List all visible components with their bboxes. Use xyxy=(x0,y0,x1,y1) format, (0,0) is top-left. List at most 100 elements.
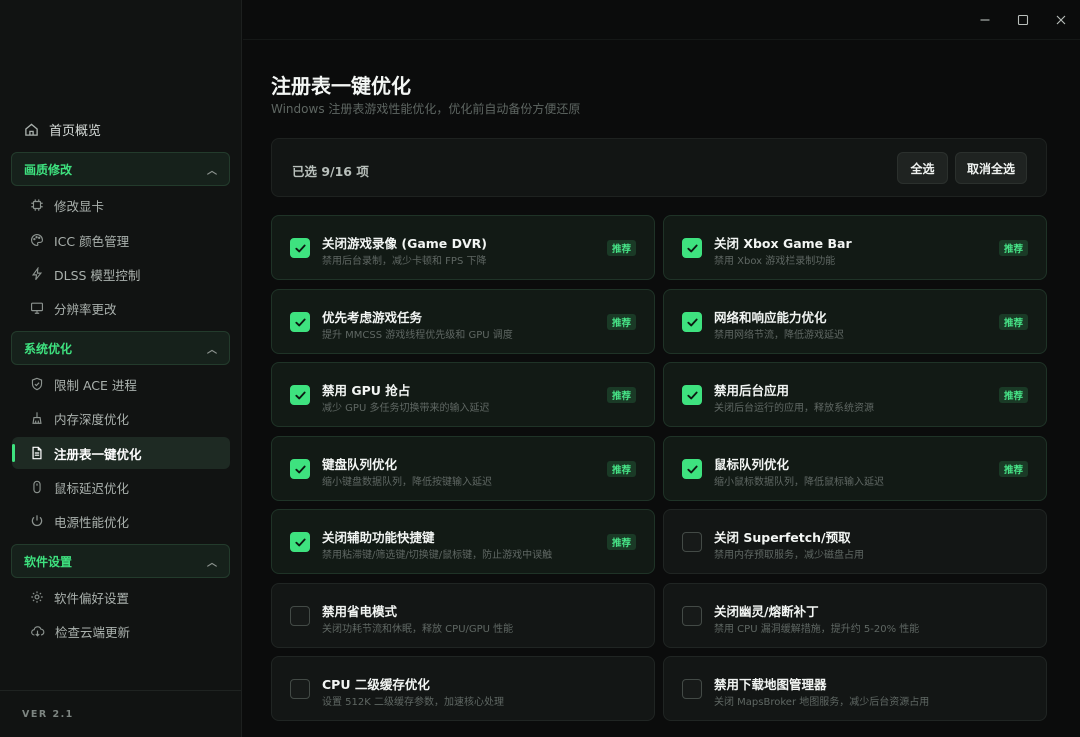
selection-bar: 已选 9/16 项 全选 取消全选 xyxy=(271,138,1047,197)
recommended-badge: 推荐 xyxy=(606,461,636,477)
sidebar-item-preferences[interactable]: 软件偏好设置 xyxy=(12,581,230,613)
minimize-button[interactable] xyxy=(966,6,1004,34)
option-description: 设置 512K 二级缓存参数，加速核心处理 xyxy=(322,697,505,708)
checkbox[interactable] xyxy=(290,459,310,479)
home-icon xyxy=(25,122,38,136)
close-button[interactable] xyxy=(1042,6,1080,34)
option-card[interactable]: 网络和响应能力优化 禁用网络节流，降低游戏延迟 推荐 xyxy=(663,289,1047,354)
maximize-button[interactable] xyxy=(1004,6,1042,34)
option-card[interactable]: 关闭 Superfetch/预取禁用内存预取服务，减少磁盘占用 xyxy=(663,509,1047,574)
checkbox[interactable] xyxy=(290,679,310,699)
nav-home[interactable]: 首页概览 xyxy=(12,115,230,143)
sidebar-item-label: ICC 颜色管理 xyxy=(54,233,130,249)
power-icon xyxy=(31,515,43,527)
option-card[interactable]: 优先考虑游戏任务 提升 MMCSS 游戏线程优先级和 GPU 调度 推荐 xyxy=(271,289,655,354)
option-title: 关闭 Superfetch/预取 xyxy=(714,530,851,545)
lightning-icon xyxy=(31,267,43,281)
checkmark-icon xyxy=(294,318,306,326)
group-label: 软件设置 xyxy=(24,554,73,569)
option-card[interactable]: 禁用下载地图管理器 关闭 MapsBroker 地图服务，减少后台资源占用 xyxy=(663,656,1047,721)
sidebar-item-gpu[interactable]: 修改显卡 xyxy=(12,189,230,221)
checkmark-icon xyxy=(686,465,698,473)
group-label: 画质修改 xyxy=(24,162,73,177)
option-card[interactable]: 鼠标队列优化 缩小鼠标数据队列，降低鼠标输入延迟 推荐 xyxy=(663,436,1047,501)
sidebar-item-memory[interactable]: 内存深度优化 xyxy=(12,402,230,434)
chevron-up-icon: ︿ xyxy=(207,344,217,356)
sidebar-item-label: 注册表一键优化 xyxy=(54,446,142,462)
group-header-settings[interactable]: 软件设置 ︿ xyxy=(11,544,230,578)
checkbox[interactable] xyxy=(682,385,702,405)
gear-icon xyxy=(31,591,43,603)
recommended-badge: 推荐 xyxy=(998,240,1028,256)
option-title: CPU 二级缓存优化 xyxy=(322,677,430,692)
sidebar-item-ace[interactable]: 限制 ACE 进程 xyxy=(12,368,230,400)
checkbox[interactable] xyxy=(682,238,702,258)
checkbox[interactable] xyxy=(290,312,310,332)
checkbox[interactable] xyxy=(290,238,310,258)
option-card[interactable]: CPU 二级缓存优化设置 512K 二级缓存参数，加速核心处理 xyxy=(271,656,655,721)
nav-home-label: 首页概览 xyxy=(49,123,102,139)
select-all-button[interactable]: 全选 xyxy=(897,152,948,184)
sidebar-item-power[interactable]: 电源性能优化 xyxy=(12,505,230,537)
option-description: 缩小鼠标数据队列，降低鼠标输入延迟 xyxy=(714,477,884,488)
option-card[interactable]: 禁用省电模式 关闭功耗节流和休眠，释放 CPU/GPU 性能 xyxy=(271,583,655,648)
option-description: 关闭功耗节流和休眠，释放 CPU/GPU 性能 xyxy=(322,624,514,635)
cloud-download-icon xyxy=(31,626,45,637)
option-description: 提升 MMCSS 游戏线程优先级和 GPU 调度 xyxy=(322,330,513,341)
sidebar-item-icc[interactable]: ICC 颜色管理 xyxy=(12,224,230,256)
sidebar-item-resolution[interactable]: 分辨率更改 xyxy=(12,292,230,324)
window-controls xyxy=(966,6,1080,34)
option-description: 禁用 Xbox 游戏栏录制功能 xyxy=(714,256,836,267)
close-icon xyxy=(1056,15,1066,25)
checkbox[interactable] xyxy=(682,312,702,332)
option-title: 关闭幽灵/熔断补丁 xyxy=(714,604,819,619)
option-card[interactable]: 禁用后台应用关闭后台运行的应用，释放系统资源 推荐 xyxy=(663,362,1047,427)
option-title: 禁用后台应用 xyxy=(714,383,790,398)
option-description: 禁用 CPU 漏洞缓解措施，提升约 5-20% 性能 xyxy=(714,624,920,635)
option-title: 关闭 Xbox Game Bar xyxy=(714,236,852,251)
recommended-badge: 推荐 xyxy=(606,387,636,403)
page-subtitle: Windows 注册表游戏性能优化，优化前自动备份方便还原 xyxy=(271,102,581,116)
checkbox[interactable] xyxy=(682,532,702,552)
sidebar-item-update[interactable]: 检查云端更新 xyxy=(12,615,230,647)
group-header-system[interactable]: 系统优化 ︿ xyxy=(11,331,230,365)
broom-icon xyxy=(32,412,42,424)
option-description: 禁用内存预取服务，减少磁盘占用 xyxy=(714,550,864,561)
sidebar-item-label: 鼠标延迟优化 xyxy=(54,480,130,496)
sidebar-item-dlss[interactable]: DLSS 模型控制 xyxy=(12,258,230,290)
checkbox[interactable] xyxy=(682,606,702,626)
option-description: 关闭后台运行的应用，释放系统资源 xyxy=(714,403,874,414)
sidebar-item-label: 限制 ACE 进程 xyxy=(54,377,137,393)
sidebar-item-label: 电源性能优化 xyxy=(54,514,130,530)
checkbox[interactable] xyxy=(290,606,310,626)
recommended-badge: 推荐 xyxy=(998,387,1028,403)
option-card[interactable]: 禁用 GPU 抢占 减少 GPU 多任务切换带来的输入延迟 推荐 xyxy=(271,362,655,427)
chevron-up-icon: ︿ xyxy=(207,165,217,177)
option-card[interactable]: 键盘队列优化缩小键盘数据队列，降低按键输入延迟 推荐 xyxy=(271,436,655,501)
option-card[interactable]: 关闭辅助功能快捷键 禁用粘滞键/筛选键/切换键/鼠标键，防止游戏中误触 推荐 xyxy=(271,509,655,574)
sidebar-item-mouse[interactable]: 鼠标延迟优化 xyxy=(12,471,230,503)
checkbox[interactable] xyxy=(682,459,702,479)
sidebar-item-label: DLSS 模型控制 xyxy=(54,267,141,283)
palette-icon xyxy=(31,234,43,246)
recommended-badge: 推荐 xyxy=(606,240,636,256)
option-description: 禁用后台录制，减少卡顿和 FPS 下降 xyxy=(322,256,487,267)
checkmark-icon xyxy=(686,244,698,252)
sidebar-item-registry[interactable]: 注册表一键优化 xyxy=(12,437,230,469)
checkbox[interactable] xyxy=(682,679,702,699)
sidebar-item-label: 修改显卡 xyxy=(54,198,105,214)
option-description: 减少 GPU 多任务切换带来的输入延迟 xyxy=(322,403,490,414)
deselect-all-button[interactable]: 取消全选 xyxy=(955,152,1027,184)
option-title: 关闭辅助功能快捷键 xyxy=(322,530,435,545)
option-card[interactable]: 关闭幽灵/熔断补丁禁用 CPU 漏洞缓解措施，提升约 5-20% 性能 xyxy=(663,583,1047,648)
option-title: 禁用下载地图管理器 xyxy=(714,677,827,692)
checkbox[interactable] xyxy=(290,385,310,405)
option-title: 键盘队列优化 xyxy=(322,457,398,472)
checkmark-icon xyxy=(294,465,306,473)
option-description: 缩小键盘数据队列，降低按键输入延迟 xyxy=(322,477,492,488)
option-card[interactable]: 关闭 Xbox Game Bar 禁用 Xbox 游戏栏录制功能 推荐 xyxy=(663,215,1047,280)
group-header-graphics[interactable]: 画质修改 ︿ xyxy=(11,152,230,186)
checkbox[interactable] xyxy=(290,532,310,552)
document-icon xyxy=(32,446,42,460)
option-card[interactable]: 关闭游戏录像 (Game DVR) 禁用后台录制，减少卡顿和 FPS 下降 推荐 xyxy=(271,215,655,280)
